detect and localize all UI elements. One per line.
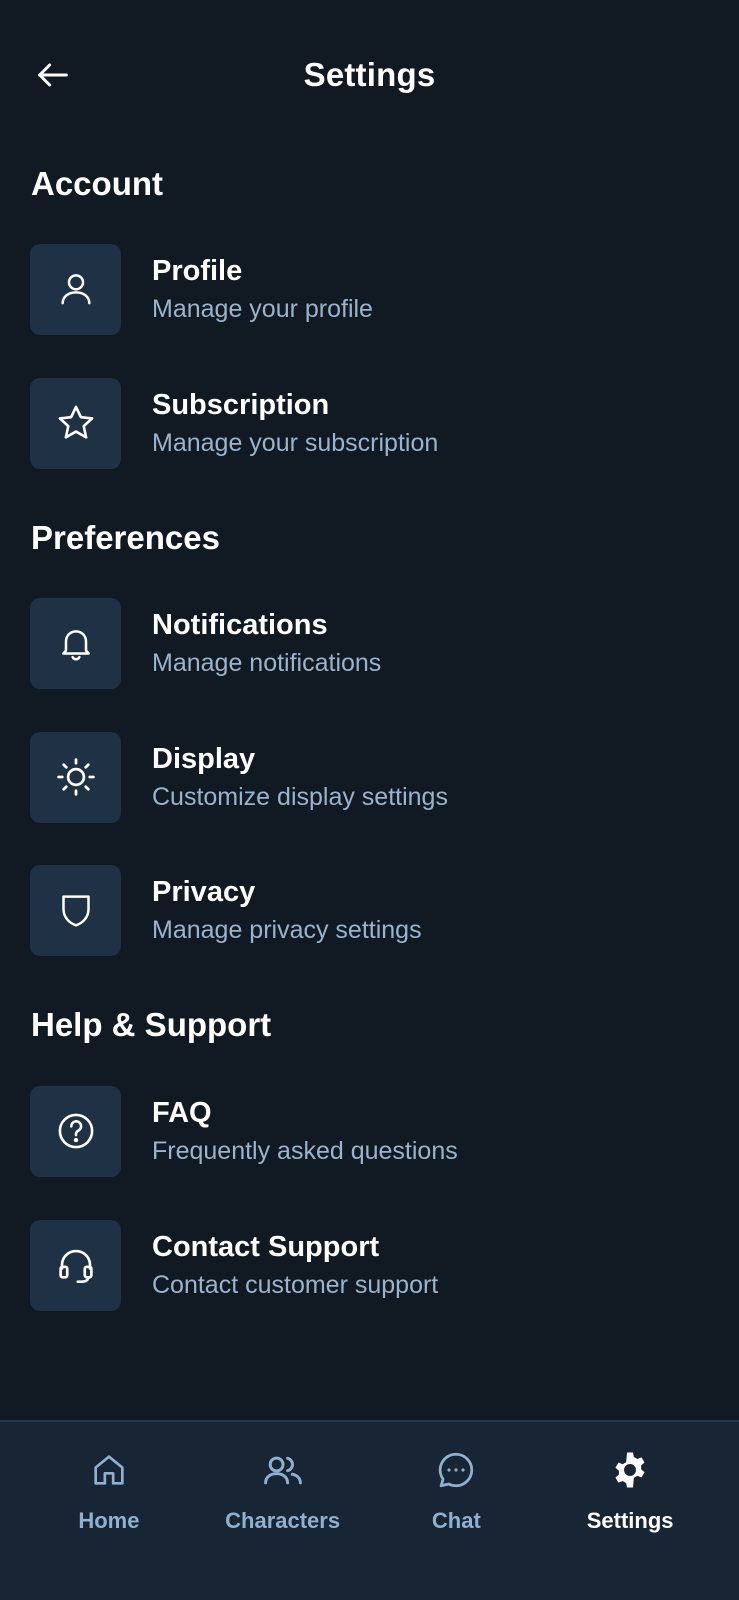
item-subtitle: Manage your profile	[152, 295, 373, 323]
chat-bubble-icon	[439, 1452, 474, 1488]
header: Settings	[0, 0, 739, 150]
star-icon	[58, 405, 93, 439]
item-icon-box	[30, 597, 121, 689]
item-icon-box	[30, 731, 121, 823]
user-icon	[60, 274, 91, 305]
settings-item-contact-support[interactable]: Contact Support Contact customer support	[30, 1219, 710, 1311]
nav-item-home[interactable]: Home	[29, 1422, 189, 1600]
item-title: FAQ	[152, 1097, 212, 1129]
item-icon-box	[30, 1219, 121, 1311]
settings-item-display[interactable]: Display Customize display settings	[30, 731, 710, 823]
section-title-account: Account	[31, 165, 163, 202]
item-icon-box	[30, 864, 121, 956]
settings-item-profile[interactable]: Profile Manage your profile	[30, 243, 710, 335]
nav-item-chat[interactable]: Chat	[376, 1422, 536, 1600]
section-title-help-support: Help & Support	[31, 1006, 272, 1043]
gear-icon	[615, 1452, 645, 1488]
item-subtitle: Customize display settings	[152, 783, 448, 811]
nav-label: Characters	[225, 1508, 341, 1533]
item-subtitle: Manage notifications	[152, 649, 382, 677]
settings-item-subscription[interactable]: Subscription Manage your subscription	[30, 377, 710, 469]
item-title: Subscription	[152, 389, 330, 421]
shield-icon	[61, 895, 90, 927]
item-subtitle: Contact customer support	[152, 1271, 439, 1299]
home-icon	[94, 1455, 124, 1485]
item-title: Display	[152, 743, 256, 775]
item-title: Notifications	[152, 609, 328, 641]
item-icon-box	[30, 243, 121, 335]
item-subtitle: Manage your subscription	[152, 429, 439, 457]
item-subtitle: Manage privacy settings	[152, 916, 422, 944]
item-subtitle: Frequently asked questions	[152, 1137, 458, 1165]
bell-icon	[61, 630, 90, 661]
settings-item-faq[interactable]: FAQ Frequently asked questions	[30, 1085, 710, 1177]
item-title: Profile	[152, 255, 243, 287]
nav-label: Home	[78, 1508, 140, 1533]
item-icon-box	[30, 377, 121, 469]
item-title: Contact Support	[152, 1231, 380, 1263]
nav-label: Chat	[431, 1508, 481, 1533]
users-icon	[263, 1456, 302, 1485]
bottom-nav: Home Characters Chat Settings	[0, 1420, 739, 1600]
settings-screen: Settings Account Profile Manage your pro…	[0, 0, 739, 1600]
item-title: Privacy	[152, 876, 256, 908]
nav-label: Settings	[586, 1508, 674, 1533]
settings-item-privacy[interactable]: Privacy Manage privacy settings	[30, 864, 710, 956]
section-title-preferences: Preferences	[31, 519, 220, 556]
question-icon	[58, 1113, 93, 1149]
settings-item-notifications[interactable]: Notifications Manage notifications	[30, 597, 710, 689]
item-icon-box	[30, 1085, 121, 1177]
sun-icon	[56, 758, 95, 796]
page-title: Settings	[303, 56, 436, 93]
headset-icon	[58, 1249, 93, 1283]
nav-item-characters[interactable]: Characters	[203, 1422, 363, 1600]
nav-item-settings[interactable]: Settings	[550, 1422, 710, 1600]
